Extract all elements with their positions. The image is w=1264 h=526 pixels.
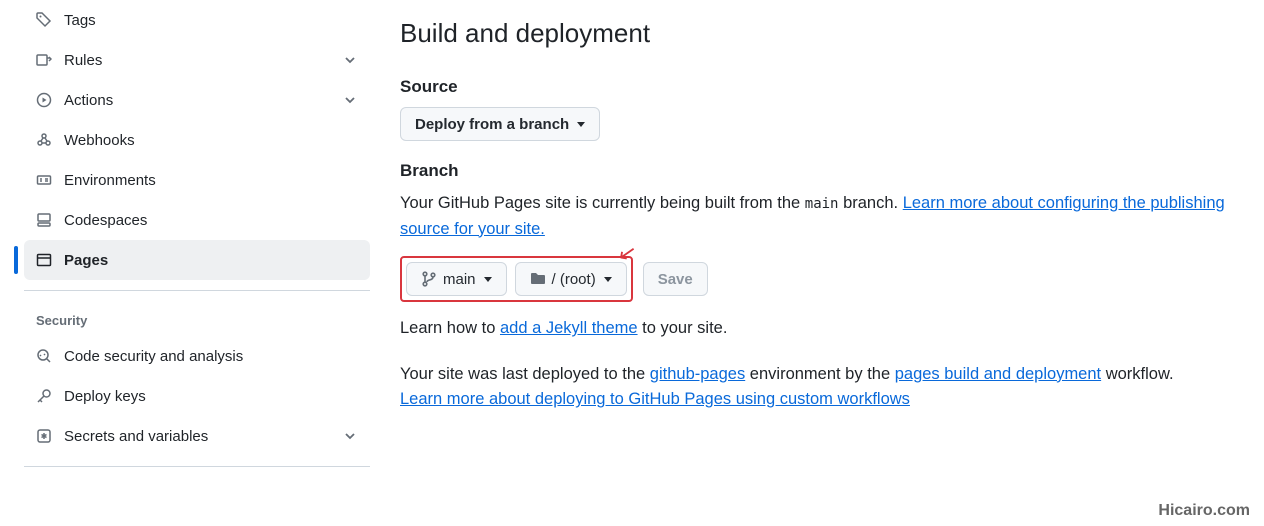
folder-icon [530,271,546,287]
sidebar-item-rules[interactable]: Rules [24,40,370,80]
sidebar-item-label: Deploy keys [64,388,358,405]
branch-controls-row: ↙ main / (root) Save [400,256,1234,302]
save-button[interactable]: Save [643,262,708,296]
sidebar-item-label: Actions [64,92,342,109]
jekyll-theme-link[interactable]: add a Jekyll theme [500,319,638,337]
sidebar-item-deploy-keys[interactable]: Deploy keys [24,376,370,416]
page-title: Build and deployment [400,18,1234,49]
annotation-arrow-icon: ↙ [616,239,639,268]
deploy-text: Your site was last deployed to the githu… [400,362,1234,388]
sidebar-item-webhooks[interactable]: Webhooks [24,120,370,160]
deploy-learn-text: Learn more about deploying to GitHub Pag… [400,387,1234,413]
sidebar-item-label: Codespaces [64,212,358,229]
sidebar-section-security: Security [24,297,370,336]
branch-selector-label: main [443,271,476,288]
chevron-down-icon [342,52,358,68]
sidebar-item-label: Secrets and variables [64,428,342,445]
source-dropdown-label: Deploy from a branch [415,116,569,133]
server-icon [36,172,52,188]
sidebar-item-label: Tags [64,12,358,29]
folder-selector-label: / (root) [552,271,596,288]
sidebar-item-label: Pages [64,252,358,269]
source-section: Source Deploy from a branch [400,77,1234,141]
rules-icon [36,52,52,68]
sidebar-item-pages[interactable]: Pages [24,240,370,280]
watermark: Hicairo.com [1158,502,1250,520]
sidebar-item-label: Webhooks [64,132,358,149]
sidebar-item-environments[interactable]: Environments [24,160,370,200]
chevron-down-icon [342,428,358,444]
sidebar-item-code-security[interactable]: Code security and analysis [24,336,370,376]
codescan-icon [36,348,52,364]
jekyll-text: Learn how to add a Jekyll theme to your … [400,316,1234,342]
github-pages-env-link[interactable]: github-pages [650,365,745,383]
sidebar: Tags Rules Actions Webhooks Environments… [0,0,370,473]
sidebar-item-label: Code security and analysis [64,348,358,365]
divider [24,290,370,291]
git-branch-icon [421,271,437,287]
asterisk-icon [36,428,52,444]
annotation-highlight: ↙ main / (root) [400,256,633,302]
sidebar-item-secrets[interactable]: Secrets and variables [24,416,370,456]
sidebar-item-actions[interactable]: Actions [24,80,370,120]
tag-icon [36,12,52,28]
play-icon [36,92,52,108]
webhook-icon [36,132,52,148]
learn-more-deploy-link[interactable]: Learn more about deploying to GitHub Pag… [400,390,910,408]
deploy-section: Your site was last deployed to the githu… [400,362,1234,413]
branch-section: Branch Your GitHub Pages site is current… [400,161,1234,342]
key-icon [36,388,52,404]
branch-heading: Branch [400,161,1234,181]
source-dropdown[interactable]: Deploy from a branch [400,107,600,141]
chevron-down-icon [342,92,358,108]
branch-description: Your GitHub Pages site is currently bein… [400,191,1234,242]
sidebar-item-codespaces[interactable]: Codespaces [24,200,370,240]
source-heading: Source [400,77,1234,97]
caret-down-icon [577,122,585,127]
folder-selector[interactable]: / (root) [515,262,627,296]
branch-selector[interactable]: main [406,262,507,296]
caret-down-icon [604,277,612,282]
sidebar-item-label: Rules [64,52,342,69]
pages-workflow-link[interactable]: pages build and deployment [895,365,1101,383]
sidebar-item-tags[interactable]: Tags [24,0,370,40]
browser-icon [36,252,52,268]
sidebar-item-label: Environments [64,172,358,189]
codespaces-icon [36,212,52,228]
branch-code: main [805,196,839,212]
main-content: Build and deployment Source Deploy from … [370,0,1264,473]
divider [24,466,370,467]
caret-down-icon [484,277,492,282]
